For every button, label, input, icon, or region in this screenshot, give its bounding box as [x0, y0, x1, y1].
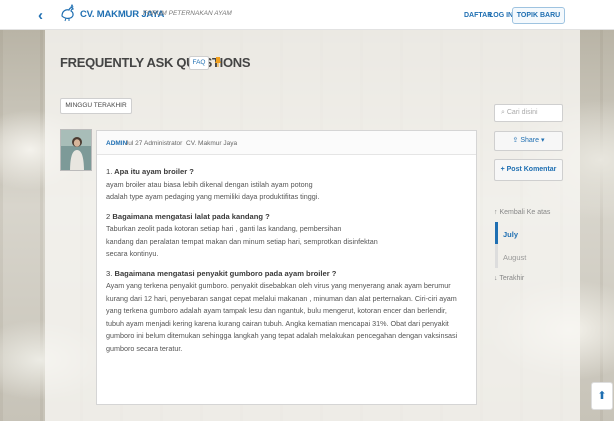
- author-company: CV. Makmur Jaya: [186, 140, 238, 147]
- timeline-month-august[interactable]: August: [503, 253, 526, 262]
- faq-answer-line: ayam broiler atau biasa lebih dikenal de…: [106, 179, 313, 189]
- faq-number: 2: [106, 211, 111, 221]
- arrow-up-icon: ↑: [494, 209, 498, 216]
- top-header: ‹ CV. MAKMUR JAYA FORUM PETERNAKAN AYAM …: [0, 0, 614, 30]
- faq-question-text: Bagaimana mengatasi penyakit gumboro pad…: [114, 268, 337, 278]
- new-topic-button[interactable]: TOPIK BARU: [512, 7, 565, 24]
- back-arrow-icon[interactable]: ‹: [38, 8, 43, 23]
- faq-number: 1.: [106, 167, 113, 176]
- post-card: ADMIN Jul 27 Administrator CV. Makmur Ja…: [96, 130, 477, 405]
- search-icon: ⌕: [501, 109, 505, 116]
- plus-icon: +: [500, 166, 505, 173]
- avatar[interactable]: [60, 129, 92, 171]
- share-button[interactable]: ⇪ Share ▾: [494, 131, 563, 151]
- faq-answer-line: Ayam yang terkena penyakit gumboro. peny…: [106, 281, 451, 290]
- faq-number: 3.: [106, 268, 113, 278]
- faq-question: 1. Apa itu ayam broiler ?: [106, 166, 474, 179]
- faq-answer-line: kandang dan peralatan tempat makan dan m…: [106, 236, 378, 246]
- share-icon: ⇪: [512, 137, 519, 144]
- faq-answer-line: secara kontinyu.: [106, 249, 159, 258]
- faq-answer-line: gumboro ini belum ditemukan sehingga lan…: [106, 331, 458, 340]
- post-meta: ADMIN Jul 27 Administrator CV. Makmur Ja…: [97, 131, 476, 155]
- faq-answer-line: yang terkena gumboro adalah ayam tampak …: [106, 306, 447, 315]
- timeline-month-july[interactable]: July: [503, 230, 518, 239]
- back-to-top-link[interactable]: ↑ Kembali Ke atas: [494, 209, 550, 216]
- chevron-down-icon: ▾: [540, 137, 545, 144]
- faq-question-text: Apa itu ayam broiler ?: [114, 167, 194, 176]
- faq-answer-line: gumboro secara teratur.: [106, 343, 183, 353]
- scroll-to-top-button[interactable]: ⬆: [591, 382, 613, 410]
- pin-icon: [215, 57, 221, 67]
- chicken-logo-icon[interactable]: [58, 3, 78, 23]
- faq-question: 3. Bagaimana mengatasi penyakit gumboro …: [106, 268, 474, 281]
- arrow-down-icon: ↓: [494, 275, 498, 282]
- faq-item: 2 Bagaimana mengatasi lalat pada kandang…: [106, 211, 474, 261]
- back-to-top-label: Kembali Ke atas: [499, 209, 551, 216]
- faq-answer-line: Taburkan zeolit pada kotoran setiap hari…: [106, 224, 342, 233]
- sort-period-button[interactable]: MINGGU TERAKHIR: [60, 98, 132, 114]
- faq-question-text: Bagaimana mengatasi lalat pada kandang ?: [112, 211, 270, 221]
- faq-item: 3. Bagaimana mengatasi penyakit gumboro …: [106, 268, 474, 356]
- avatar-photo-icon: [61, 130, 91, 170]
- post-comment-button[interactable]: + Post Komentar: [494, 159, 563, 181]
- post-body: 1. Apa itu ayam broiler ? ayam broiler a…: [106, 166, 474, 362]
- brand-tagline: FORUM PETERNAKAN AYAM: [143, 10, 232, 17]
- arrow-up-icon: ⬆: [597, 390, 607, 402]
- timeline-handle[interactable]: [495, 222, 498, 244]
- faq-answer-line: adalah type ayam pedaging yang memiliki …: [106, 192, 320, 201]
- search-placeholder: Cari disini: [506, 109, 538, 116]
- author-role: Administrator: [144, 140, 183, 147]
- share-label: Share: [520, 137, 540, 144]
- post-date: Jul 27: [125, 140, 143, 147]
- search-input[interactable]: ⌕ Cari disini: [494, 104, 563, 122]
- faq-answer-line: kurang dari 12 hari, penyebaran sangat c…: [106, 293, 457, 303]
- category-tag[interactable]: FAQ: [189, 56, 209, 70]
- post-comment-label: Post Komentar: [506, 166, 557, 173]
- faq-item: 1. Apa itu ayam broiler ? ayam broiler a…: [106, 166, 474, 204]
- latest-link[interactable]: ↓ Terakhir: [494, 275, 524, 282]
- login-link[interactable]: LOG IN: [489, 12, 513, 19]
- faq-answer-line: tubuh ayam menjadi kering karena kurang …: [106, 318, 449, 328]
- faq-question: 2 Bagaimana mengatasi lalat pada kandang…: [106, 211, 474, 224]
- latest-label: Terakhir: [499, 275, 525, 282]
